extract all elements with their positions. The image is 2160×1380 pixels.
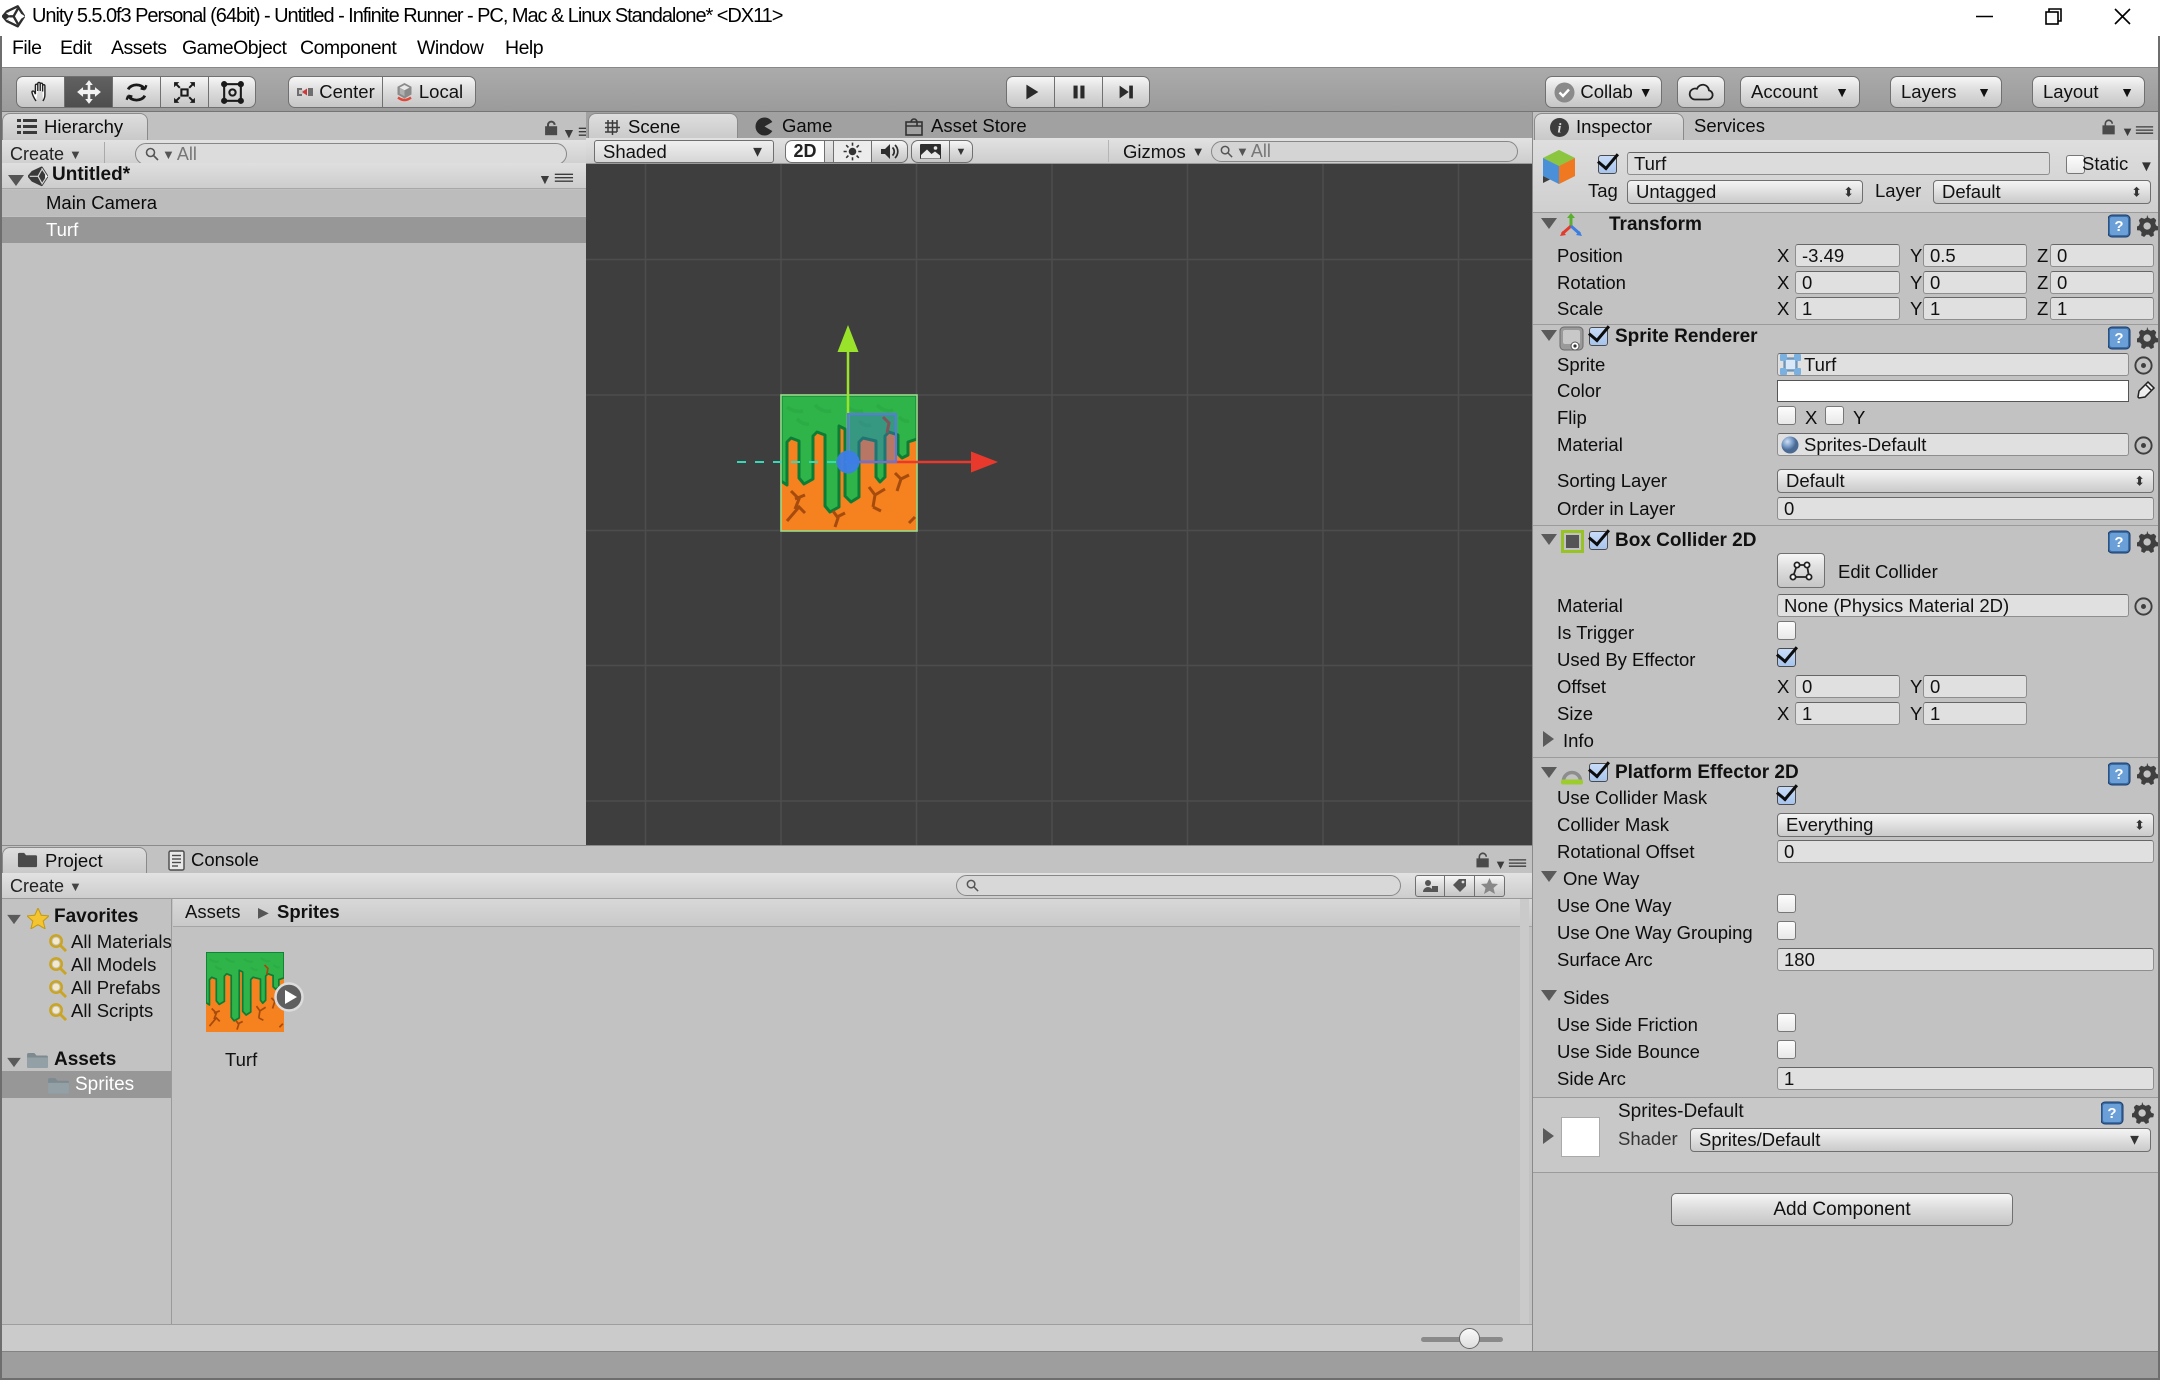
svg-text:i: i [1558,121,1562,136]
